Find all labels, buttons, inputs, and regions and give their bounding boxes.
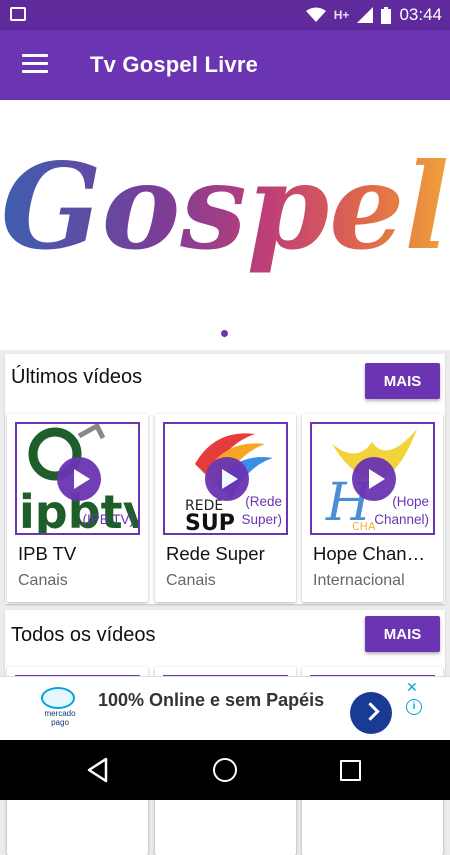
wifi-icon xyxy=(305,7,326,22)
banner-text: Gospel xyxy=(1,137,449,276)
thumbnail-caption: (Rede Super) xyxy=(241,494,282,527)
app-bar: Tv Gospel Livre xyxy=(0,30,450,100)
video-card-ipb-tv[interactable]: ipbtv (IPB TV) IPB TV Canais xyxy=(7,414,148,602)
image-notification-icon xyxy=(10,7,26,21)
more-all-button[interactable]: MAIS xyxy=(365,616,440,652)
clock: 03:44 xyxy=(399,5,442,24)
status-indicators: H+ 03:44 xyxy=(305,4,442,26)
video-card-hope-channel[interactable]: H CHA (Hope Channel) Hope Chan… Internac… xyxy=(302,414,443,602)
video-category: Internacional xyxy=(313,572,405,589)
gospel-banner-image: Gospel xyxy=(1,137,449,276)
system-nav-bar xyxy=(0,740,450,800)
carousel-indicator xyxy=(221,330,228,337)
ad-text: 100% Online e sem Papéis xyxy=(98,690,325,710)
video-thumbnail: ipbtv (IPB TV) xyxy=(15,422,140,535)
battery-icon xyxy=(381,6,392,24)
ad-banner[interactable]: mercado pago 100% Online e sem Papéis ✕ … xyxy=(0,676,450,741)
ad-info-icon[interactable]: i xyxy=(406,699,422,715)
thumbnail-caption: (Hope Channel) xyxy=(374,494,429,527)
thumbnail-caption: (IPB TV) xyxy=(82,512,134,527)
section-title-latest: Últimos vídeos xyxy=(11,366,143,388)
video-title: IPB TV xyxy=(18,543,77,564)
home-icon[interactable] xyxy=(213,758,237,782)
play-icon[interactable] xyxy=(57,457,101,501)
mercado-pago-logo: mercado pago xyxy=(37,687,83,729)
menu-icon[interactable] xyxy=(22,54,48,74)
section-title-all: Todos os vídeos xyxy=(11,624,156,646)
video-category: Canais xyxy=(166,572,216,589)
ad-next-button[interactable] xyxy=(350,692,392,734)
video-thumbnail: H CHA (Hope Channel) xyxy=(310,422,435,535)
video-title: Hope Chan… xyxy=(313,543,426,564)
recent-apps-icon[interactable] xyxy=(340,760,361,781)
video-title: Rede Super xyxy=(166,543,265,564)
status-bar: H+ 03:44 xyxy=(0,0,450,30)
ad-close-icon[interactable]: ✕ xyxy=(406,680,418,694)
back-icon[interactable] xyxy=(86,757,110,783)
handshake-icon xyxy=(41,687,75,709)
app-title: Tv Gospel Livre xyxy=(90,52,259,77)
signal-icon xyxy=(357,7,374,23)
video-thumbnail: REDE SUP (Rede Super) xyxy=(163,422,288,535)
network-type: H+ xyxy=(333,8,350,22)
latest-videos-section: Últimos vídeos MAIS ipbtv (IPB TV) IPB T… xyxy=(5,354,445,604)
video-card-rede-super[interactable]: REDE SUP (Rede Super) Rede Super Canais xyxy=(155,414,296,602)
video-category: Canais xyxy=(18,572,68,589)
more-latest-button[interactable]: MAIS xyxy=(365,363,440,399)
banner-carousel[interactable]: Gospel xyxy=(0,100,450,350)
